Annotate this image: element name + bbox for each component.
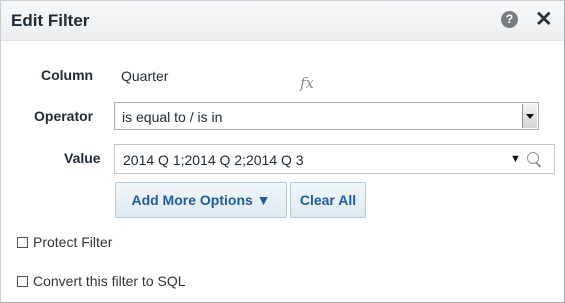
protect-filter-checkbox[interactable] [17,237,28,248]
help-icon[interactable]: ? [501,11,518,28]
value-label: Value [64,150,101,166]
clear-all-button[interactable]: Clear All [290,182,366,218]
column-value: Quarter [121,68,169,84]
protect-filter-label[interactable]: Protect Filter [33,234,112,250]
fx-icon[interactable]: fx [300,74,314,92]
dialog-titlebar: Edit Filter ? ✕ [1,1,564,41]
value-dropdown-icon[interactable]: ▼ [510,153,521,165]
close-icon[interactable]: ✕ [535,7,553,33]
search-icon[interactable] [527,152,539,164]
convert-to-sql-checkbox[interactable] [17,276,28,287]
operator-value: is equal to / is in [122,109,223,125]
operator-label: Operator [34,108,94,124]
add-more-options-button[interactable]: Add More Options ▼ [115,182,287,218]
dialog-title: Edit Filter [11,11,90,30]
column-label: Column [41,67,94,83]
convert-to-sql-label[interactable]: Convert this filter to SQL [33,273,186,289]
value-input[interactable]: 2014 Q 1;2014 Q 2;2014 Q 3 ▼ [114,144,555,174]
dropdown-arrow-icon[interactable] [522,104,537,128]
edit-filter-dialog: Edit Filter ? ✕ Column Quarter fx Operat… [0,0,565,303]
operator-select[interactable]: is equal to / is in [114,102,539,130]
value-text: 2014 Q 1;2014 Q 2;2014 Q 3 [123,152,304,168]
